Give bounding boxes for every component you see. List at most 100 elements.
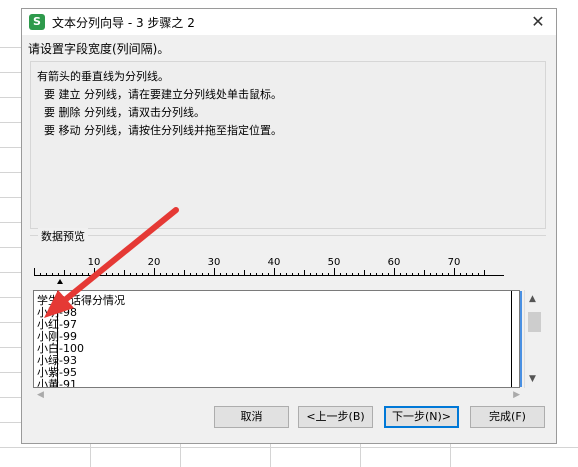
grid-line	[0, 372, 22, 373]
grid-line	[0, 322, 22, 323]
ruler-tick	[226, 273, 227, 276]
grid-line	[0, 122, 22, 123]
scroll-thumb[interactable]	[528, 312, 541, 332]
instruction-line: 有箭头的垂直线为分列线。	[37, 70, 169, 83]
ruler-tick	[196, 273, 197, 276]
ruler-tick	[382, 273, 383, 276]
ruler-tick	[460, 273, 461, 276]
ruler-tick	[406, 273, 407, 276]
scroll-left-icon[interactable]: ◀	[37, 390, 44, 400]
scroll-up-icon[interactable]: ▲	[529, 294, 536, 304]
ruler-tick	[52, 273, 53, 276]
step-prompt: 请设置字段宽度(列间隔)。	[28, 42, 170, 56]
ruler-tick	[448, 273, 449, 276]
ruler-tick	[106, 273, 107, 276]
next-step-button[interactable]: 下一步(N)>	[384, 406, 459, 428]
ruler-tick	[376, 273, 377, 276]
title-bar[interactable]: S 文本分列向导 - 3 步骤之 2 ✕	[22, 9, 556, 35]
instruction-line: 要 建立 分列线，请在要建立分列线处单击鼠标。	[37, 88, 282, 101]
ruler-tick	[262, 273, 263, 276]
ruler-tick	[244, 270, 245, 276]
ruler-tick	[370, 273, 371, 276]
preview-group-border	[30, 235, 546, 236]
instructions-box: 有箭头的垂直线为分列线。 要 建立 分列线，请在要建立分列线处单击鼠标。 要 删…	[30, 61, 546, 229]
grid-line	[0, 197, 22, 198]
ruler-tick	[280, 273, 281, 276]
grid-line	[450, 444, 451, 467]
ruler-tick	[58, 273, 59, 276]
ruler-tick	[124, 270, 125, 276]
preview-row: 小紫-95	[37, 366, 77, 379]
ruler-tick	[238, 273, 239, 276]
ruler-tick	[214, 268, 215, 276]
grid-line	[90, 444, 91, 467]
ruler-tick	[358, 273, 359, 276]
grid-line	[0, 297, 22, 298]
ruler-tick	[436, 273, 437, 276]
finish-button[interactable]: 完成(F)	[470, 406, 545, 428]
ruler-tick	[220, 273, 221, 276]
close-icon[interactable]: ✕	[528, 12, 548, 32]
scroll-down-icon[interactable]: ▼	[529, 374, 536, 384]
text-to-columns-wizard-dialog: S 文本分列向导 - 3 步骤之 2 ✕ 请设置字段宽度(列间隔)。 有箭头的垂…	[21, 8, 557, 444]
ruler-tick	[418, 273, 419, 276]
ruler-tick	[316, 273, 317, 276]
grid-line	[0, 397, 22, 398]
grid-line	[0, 422, 22, 423]
ruler-tick	[328, 273, 329, 276]
column-break-line[interactable]	[511, 291, 512, 387]
ruler-tick	[484, 270, 485, 276]
ruler-tick	[466, 273, 467, 276]
ruler-tick	[388, 273, 389, 276]
ruler-tick	[478, 273, 479, 276]
ruler-tick	[178, 273, 179, 276]
wps-app-icon: S	[29, 14, 45, 30]
data-preview-label: 数据预览	[38, 228, 88, 244]
previous-step-button[interactable]: <上一步(B)	[298, 406, 373, 428]
ruler-tick	[148, 273, 149, 276]
grid-line	[0, 47, 22, 48]
ruler-tick	[340, 273, 341, 276]
scroll-right-icon[interactable]: ▶	[513, 390, 520, 400]
column-ruler[interactable]: 10 20 30 40 50 60 70	[34, 255, 504, 277]
preview-horizontal-scrollbar[interactable]: ◀ ▶	[33, 388, 524, 405]
ruler-tick-label: 50	[327, 257, 341, 268]
ruler-tick	[172, 273, 173, 276]
ruler-tick	[256, 273, 257, 276]
preview-row: 小刚-99	[37, 330, 77, 343]
ruler-tick	[334, 268, 335, 276]
data-preview-pane[interactable]: 学生对话得分情况 小明-98 小红-97 小刚-99 小白-100 小绿-93 小紫-95 小…	[33, 290, 520, 388]
preview-row: 小绿-93	[37, 354, 77, 367]
ruler-tick	[310, 273, 311, 276]
ruler-tick	[412, 273, 413, 276]
ruler-tick	[298, 273, 299, 276]
ruler-tick	[286, 273, 287, 276]
ruler-tick	[364, 270, 365, 276]
ruler-tick-label: 30	[207, 257, 221, 268]
ruler-tick	[136, 273, 137, 276]
ruler-tick	[34, 268, 35, 276]
ruler-tick	[142, 273, 143, 276]
ruler-tick	[292, 273, 293, 276]
preview-vertical-scrollbar[interactable]: ▲ ▼	[524, 290, 545, 388]
grid-line	[0, 72, 22, 73]
ruler-tick-label: 10	[87, 257, 101, 268]
cancel-button[interactable]: 取消	[214, 406, 289, 428]
grid-line	[0, 147, 22, 148]
ruler-tick	[346, 273, 347, 276]
ruler-tick	[166, 273, 167, 276]
ruler-tick	[82, 273, 83, 276]
ruler-tick	[118, 273, 119, 276]
grid-line	[0, 347, 22, 348]
ruler-tick	[88, 273, 89, 276]
ruler-tick	[394, 268, 395, 276]
ruler-tick	[160, 273, 161, 276]
ruler-tick	[274, 268, 275, 276]
ruler-tick	[352, 273, 353, 276]
ruler-tick	[190, 273, 191, 276]
ruler-tick	[64, 270, 65, 276]
ruler-tick-label: 70	[447, 257, 461, 268]
ruler-tick	[184, 270, 185, 276]
grid-line	[0, 247, 22, 248]
ruler-tick	[112, 273, 113, 276]
